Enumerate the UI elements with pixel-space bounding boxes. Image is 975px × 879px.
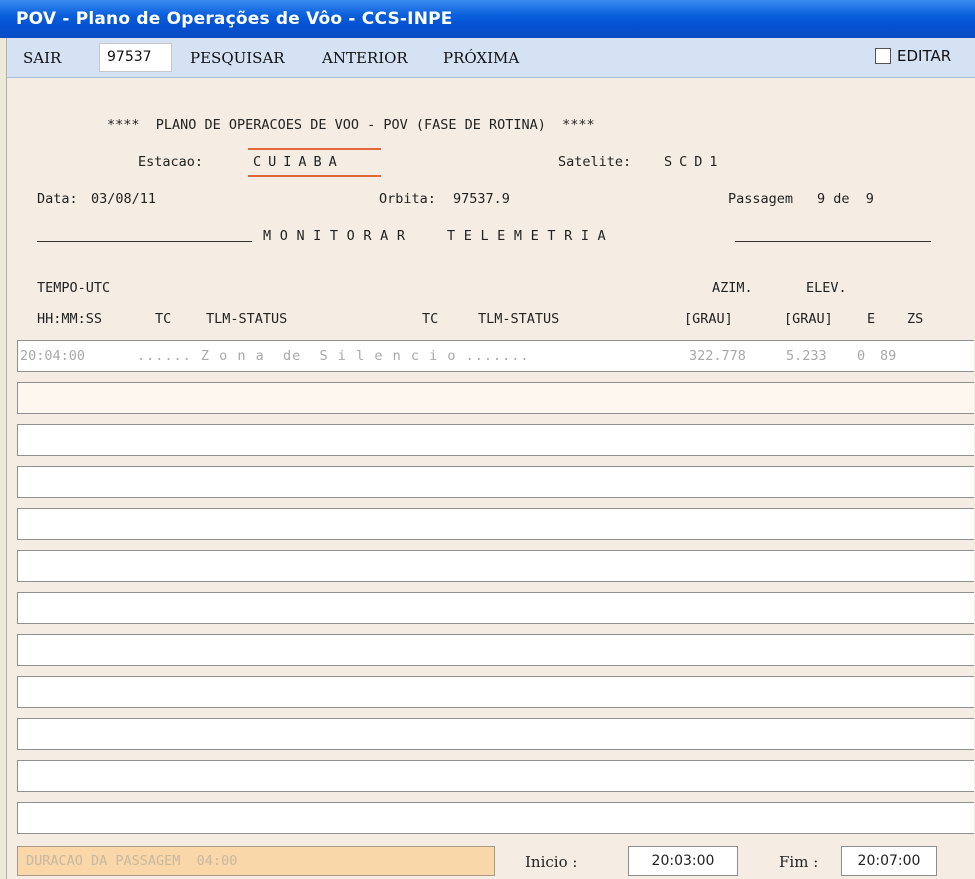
orbit-number-field[interactable]: 97537 (99, 43, 172, 72)
row-time: 20:04:00 (20, 348, 86, 364)
azim-header: AZIM. (712, 280, 753, 296)
col-e: E (867, 311, 876, 327)
row-zs: 89 (880, 348, 897, 364)
plan-header-title: **** PLANO DE OPERACOES DE VOO - POV (FA… (107, 117, 595, 133)
table-row[interactable]: 20:04:00 ...... Z o n a de S i l e n c i… (17, 340, 974, 372)
elev-header: ELEV. (806, 280, 847, 296)
fim-field[interactable]: 20:07:00 (841, 846, 937, 876)
satelite-value: SCD1 (664, 154, 725, 170)
table-row-empty[interactable] (17, 760, 974, 792)
table-row-empty[interactable] (17, 550, 974, 582)
duracao-passagem-field: DURACAO DA PASSAGEM 04:00 (17, 846, 495, 876)
row-description: ...... Z o n a de S i l e n c i o ......… (137, 348, 530, 364)
sair-button[interactable]: SAIR (23, 49, 61, 67)
fim-label: Fim : (779, 853, 819, 871)
inicio-label: Inicio : (525, 853, 578, 871)
section-rule-left (37, 241, 252, 242)
table-row-empty[interactable] (17, 508, 974, 540)
col-tc-1: TC (155, 311, 172, 327)
satelite-label: Satelite: (558, 154, 632, 170)
tempo-utc-header: TEMPO-UTC (37, 280, 111, 296)
table-row-empty[interactable] (17, 466, 974, 498)
col-azim-grau: [GRAU] (684, 311, 733, 327)
table-row-empty[interactable] (17, 718, 974, 750)
table-row-empty[interactable] (17, 382, 974, 414)
inicio-field[interactable]: 20:03:00 (628, 846, 738, 876)
pov-content: **** PLANO DE OPERACOES DE VOO - POV (FA… (7, 78, 975, 879)
section-rule-right (735, 241, 931, 242)
row-e: 0 (857, 348, 866, 364)
col-tc-2: TC (422, 311, 439, 327)
orbita-label: Orbita: (379, 191, 436, 207)
table-row-empty[interactable] (17, 592, 974, 624)
col-zs: ZS (907, 311, 924, 327)
anterior-button[interactable]: ANTERIOR (322, 49, 408, 67)
window-title: POV - Plano de Operações de Vôo - CCS-IN… (0, 0, 975, 38)
col-hhmmss: HH:MM:SS (37, 311, 103, 327)
row-elev: 5.233 (786, 348, 827, 364)
data-value: 03/08/11 (91, 191, 157, 207)
table-row-empty[interactable] (17, 634, 974, 666)
passagem-label: Passagem (728, 191, 794, 207)
estacao-underline (248, 175, 381, 177)
row-azim: 322.778 (689, 348, 746, 364)
passagem-value: 9 de 9 (817, 191, 874, 207)
editar-checkbox[interactable] (875, 48, 891, 64)
col-tlm-status-1: TLM-STATUS (206, 311, 288, 327)
estacao-overline (248, 148, 381, 150)
col-tlm-status-2: TLM-STATUS (478, 311, 560, 327)
editar-toggle[interactable]: EDITAR (875, 47, 951, 65)
editar-label: EDITAR (897, 47, 952, 65)
estacao-value: CUIABA (253, 154, 344, 170)
estacao-label: Estacao: (138, 154, 204, 170)
menu-bar: SAIR 97537 PESQUISAR ANTERIOR PRÓXIMA ED… (7, 38, 975, 78)
main-window: SAIR 97537 PESQUISAR ANTERIOR PRÓXIMA ED… (6, 38, 975, 879)
proxima-button[interactable]: PRÓXIMA (443, 49, 519, 67)
col-elev-grau: [GRAU] (784, 311, 833, 327)
data-label: Data: (37, 191, 78, 207)
orbita-value: 97537.9 (453, 191, 510, 207)
table-row-empty[interactable] (17, 676, 974, 708)
section-title: MONITORAR TELEMETRIA (263, 228, 615, 244)
table-row-empty[interactable] (17, 802, 974, 834)
table-row-empty[interactable] (17, 424, 974, 456)
pesquisar-button[interactable]: PESQUISAR (190, 49, 285, 67)
